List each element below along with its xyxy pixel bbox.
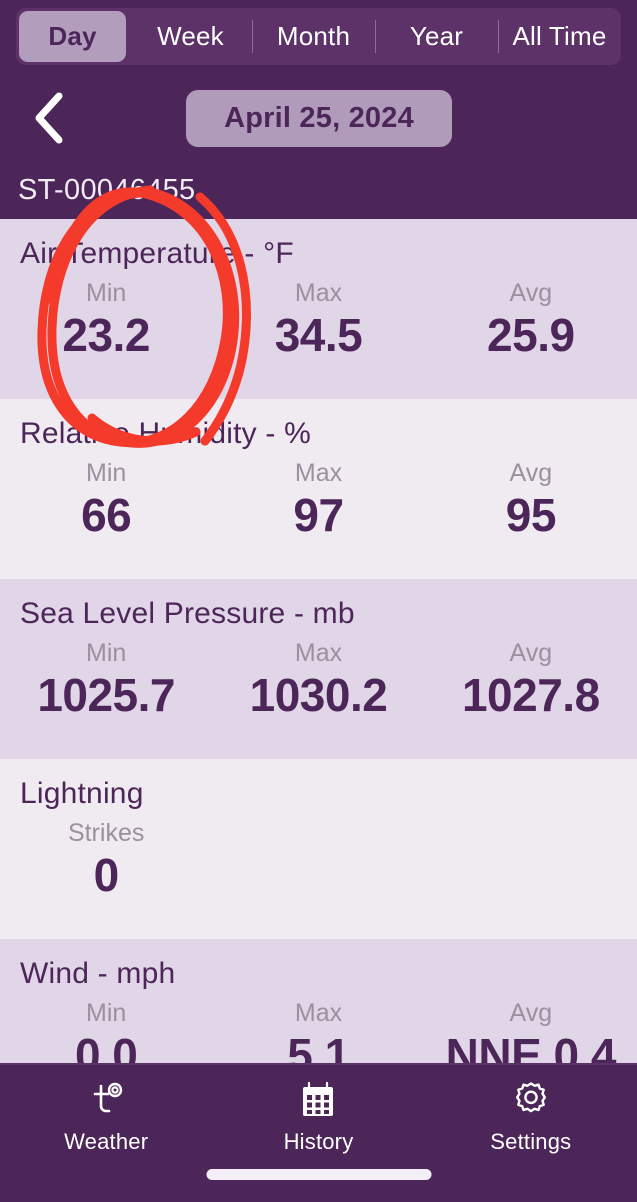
segment-all-time-label: All Time [512, 21, 607, 51]
stat-label: Min [86, 459, 127, 487]
metric-row-air-temperature[interactable]: Air Temperature - °F Min 23.2 Max 34.5 A… [0, 219, 637, 399]
segment-all-time[interactable]: All Time [498, 8, 621, 65]
metric-title: Relative Humidity - % [20, 417, 311, 450]
stat-avg: Avg NNE 0.4 [425, 999, 637, 1063]
stat-avg: Avg 1027.8 [425, 639, 637, 722]
stat-label: Min [86, 639, 127, 667]
metric-stats: Min 23.2 Max 34.5 Avg 25.9 [0, 279, 637, 362]
segment-day[interactable]: Day [19, 11, 126, 62]
stat-avg: Avg 95 [425, 459, 637, 542]
stat-label: Avg [509, 279, 553, 307]
stat-strikes: Strikes 0 [0, 819, 212, 902]
back-button[interactable] [16, 86, 80, 150]
stat-value: 1027.8 [461, 668, 600, 721]
station-id: ST-00046455 [18, 174, 196, 206]
metrics-list: Air Temperature - °F Min 23.2 Max 34.5 A… [0, 219, 637, 1063]
metric-row-wind[interactable]: Wind - mph Min 0.0 Max 5.1 Avg NNE 0.4 [0, 939, 637, 1063]
tab-settings[interactable]: Settings [425, 1065, 637, 1155]
metric-stats: Min 0.0 Max 5.1 Avg NNE 0.4 [0, 999, 637, 1063]
tab-settings-label: Settings [490, 1129, 572, 1154]
metric-title: Sea Level Pressure - mb [20, 597, 355, 630]
tab-weather[interactable]: Weather [0, 1065, 212, 1155]
segment-day-label: Day [48, 21, 97, 51]
stat-value: 1030.2 [249, 668, 388, 721]
metric-title: Wind - mph [20, 957, 176, 990]
stat-label: Avg [509, 459, 553, 487]
stat-max: Max 97 [212, 459, 424, 542]
date-selector-chip[interactable]: April 25, 2024 [186, 90, 452, 147]
stat-max: Max 1030.2 [212, 639, 424, 722]
metric-stats: Strikes 0 [0, 819, 637, 902]
segment-year-label: Year [409, 21, 464, 51]
segment-week[interactable]: Week [129, 8, 252, 65]
stat-label: Max [294, 459, 343, 487]
gear-icon [509, 1079, 553, 1123]
stat-max: Max 34.5 [212, 279, 424, 362]
stat-value: 0 [93, 848, 120, 901]
tab-history[interactable]: History [212, 1065, 424, 1155]
chevron-left-icon [31, 92, 65, 144]
stat-value: 25.9 [487, 308, 575, 361]
stat-value: 5.1 [287, 1028, 350, 1063]
metric-row-sea-level-pressure[interactable]: Sea Level Pressure - mb Min 1025.7 Max 1… [0, 579, 637, 759]
bottom-tab-bar: Weather History Settings [0, 1063, 637, 1202]
stat-label: Min [86, 999, 127, 1027]
tab-history-label: History [283, 1129, 354, 1154]
stat-avg: Avg 25.9 [425, 279, 637, 362]
segment-month[interactable]: Month [252, 8, 375, 65]
metric-stats: Min 66 Max 97 Avg 95 [0, 459, 637, 542]
segment-week-label: Week [157, 21, 224, 51]
metric-stats: Min 1025.7 Max 1030.2 Avg 1027.8 [0, 639, 637, 722]
stat-value: 34.5 [274, 308, 363, 361]
stat-value: 97 [293, 488, 344, 541]
date-label: April 25, 2024 [224, 102, 414, 134]
stat-label: Strikes [67, 819, 145, 847]
stat-min: Min 1025.7 [0, 639, 212, 722]
stat-value: 66 [81, 488, 132, 541]
stat-value: NNE 0.4 [445, 1028, 617, 1063]
timespan-segmented-control[interactable]: Day Week Month Year All Time [16, 8, 621, 65]
home-indicator [206, 1169, 431, 1180]
app-header: Day Week Month Year All Time April 25, 2… [0, 0, 637, 219]
stat-max: Max 5.1 [212, 999, 424, 1063]
stat-value: 1025.7 [37, 668, 176, 721]
stat-label: Max [294, 639, 343, 667]
segment-year[interactable]: Year [375, 8, 498, 65]
segment-month-label: Month [276, 21, 351, 51]
calendar-icon [296, 1079, 340, 1123]
stat-min: Min 23.2 [0, 279, 212, 362]
stat-value: 23.2 [62, 308, 150, 361]
tab-weather-label: Weather [64, 1129, 149, 1154]
stat-label: Max [294, 999, 343, 1027]
metric-row-lightning[interactable]: Lightning Strikes 0 [0, 759, 637, 939]
stat-label: Min [86, 279, 127, 307]
metric-title: Air Temperature - °F [20, 237, 294, 270]
stat-label: Avg [509, 639, 553, 667]
stat-label: Max [294, 279, 343, 307]
stat-value: 95 [505, 488, 557, 541]
stat-min: Min 66 [0, 459, 212, 542]
stat-label: Avg [509, 999, 553, 1027]
metric-row-relative-humidity[interactable]: Relative Humidity - % Min 66 Max 97 Avg … [0, 399, 637, 579]
metric-title: Lightning [20, 777, 144, 810]
stat-min: Min 0.0 [0, 999, 212, 1063]
tempest-degree-icon [84, 1079, 128, 1123]
stat-value: 0.0 [74, 1028, 138, 1063]
